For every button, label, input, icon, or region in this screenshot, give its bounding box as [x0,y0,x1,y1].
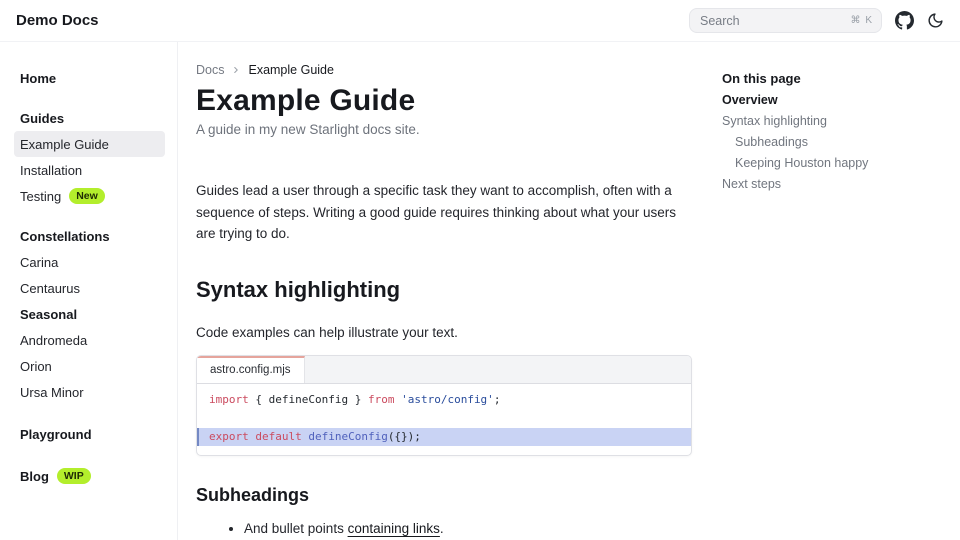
new-badge: New [69,188,105,204]
containing-links-link[interactable]: containing links [348,521,440,536]
breadcrumb-current: Example Guide [248,63,333,77]
breadcrumb-docs-link[interactable]: Docs [196,63,224,77]
site-logo[interactable]: Demo Docs [16,12,99,29]
main-content: Docs Example Guide Example Guide A guide… [196,42,692,539]
github-icon [895,11,914,30]
sidebar-item-ursa-minor[interactable]: Ursa Minor [14,379,165,405]
code-token: defineConfig [302,430,388,443]
sidebar-item-home[interactable]: Home [14,65,165,91]
section-heading-syntax-highlighting: Syntax highlighting [196,275,692,305]
breadcrumb: Docs Example Guide [196,63,692,77]
sidebar-item-label: Blog [20,469,49,484]
code-token: import [209,393,249,406]
code-tab-bar: astro.config.mjs [197,356,691,384]
wip-badge: WIP [57,468,91,484]
toc-item-next-steps[interactable]: Next steps [722,174,944,195]
theme-toggle-button[interactable] [927,12,944,29]
sidebar-item-carina[interactable]: Carina [14,249,165,275]
code-token: export default [209,430,302,443]
sidebar-item-centaurus[interactable]: Centaurus [14,275,165,301]
sidebar-item-testing[interactable]: Testing New [14,183,165,209]
sidebar-group-seasonal[interactable]: Seasonal [14,301,165,327]
on-this-page-panel: On this page Overview Syntax highlightin… [722,42,944,195]
toc-item-syntax-highlighting[interactable]: Syntax highlighting [722,111,944,132]
section-lead: Code examples can help illustrate your t… [196,322,692,343]
intro-paragraph: Guides lead a user through a specific ta… [196,180,692,245]
toc-item-subheadings[interactable]: Subheadings [722,132,944,153]
moon-icon [927,12,944,29]
code-token: ({}); [388,430,421,443]
sidebar-item-orion[interactable]: Orion [14,353,165,379]
code-line-3-highlighted: export default defineConfig({}); [197,428,691,447]
bullet-text: And bullet points [244,521,348,536]
bullet-list: And bullet points containing links. [196,518,692,539]
toc-title: On this page [722,71,944,87]
sidebar-item-blog[interactable]: Blog WIP [14,463,165,489]
code-token: 'astro/config' [394,393,493,406]
toc-item-overview[interactable]: Overview [722,90,944,111]
code-content: import { defineConfig } from 'astro/conf… [197,384,691,456]
site-header: Demo Docs ⌘ K [0,0,960,42]
sidebar-item-label: Testing [20,189,61,204]
search-shortcut-hint: ⌘ K [851,15,873,26]
sidebar-item-playground[interactable]: Playground [14,421,165,447]
sidebar-group-constellations: Constellations [14,223,165,249]
sidebar-item-andromeda[interactable]: Andromeda [14,327,165,353]
code-tab-filename: astro.config.mjs [197,356,305,383]
sidebar-item-installation[interactable]: Installation [14,157,165,183]
code-line-1: import { defineConfig } from 'astro/conf… [197,391,691,410]
code-token: { defineConfig } [249,393,368,406]
sidebar-group-guides: Guides [14,105,165,131]
search-bar[interactable]: ⌘ K [689,8,882,33]
header-actions: ⌘ K [689,8,944,33]
chevron-right-icon [231,65,241,75]
code-token: ; [494,393,501,406]
sidebar-item-example-guide[interactable]: Example Guide [14,131,165,157]
code-block: astro.config.mjs import { defineConfig }… [196,355,692,457]
list-item: And bullet points containing links. [244,518,692,539]
code-token: from [368,393,395,406]
bullet-text: . [440,521,444,536]
sidebar-nav: Home Guides Example Guide Installation T… [0,42,178,540]
toc-item-keeping-houston-happy[interactable]: Keeping Houston happy [722,153,944,174]
page-title: Example Guide [196,83,692,119]
search-input[interactable] [700,14,845,28]
page-subtitle: A guide in my new Starlight docs site. [196,119,692,141]
sub-heading-subheadings: Subheadings [196,482,692,508]
github-link[interactable] [895,11,914,30]
code-line-2 [197,409,691,428]
